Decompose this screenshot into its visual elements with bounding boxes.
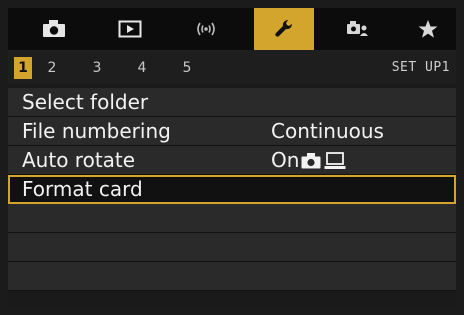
menu-item-value: Continuous	[271, 119, 384, 143]
tab-setup[interactable]	[254, 8, 314, 50]
camera-screen-frame: 1 2 3 4 5 SET UP1 Select folder File num…	[0, 0, 464, 315]
page-tab-5[interactable]: 5	[178, 57, 196, 79]
menu-screen: 1 2 3 4 5 SET UP1 Select folder File num…	[8, 8, 456, 307]
menu-page-tabs: 1 2 3 4 5 SET UP1	[8, 50, 456, 84]
menu-item-format-card[interactable]: Format card	[8, 175, 456, 204]
menu-item-select-folder[interactable]: Select folder	[8, 88, 456, 117]
custom-functions-icon	[347, 21, 368, 36]
camera-icon	[43, 20, 65, 37]
menu-item-auto-rotate[interactable]: Auto rotate On	[8, 146, 456, 175]
auto-rotate-value-text: On	[271, 148, 300, 172]
computer-icon	[324, 151, 346, 169]
wireless-icon	[197, 22, 215, 36]
tab-custom-functions[interactable]	[330, 8, 386, 50]
tab-wireless[interactable]	[178, 8, 234, 50]
page-tab-2[interactable]: 2	[43, 57, 61, 79]
tab-playback[interactable]	[102, 8, 158, 50]
tab-my-menu[interactable]	[404, 8, 452, 50]
menu-item-file-numbering[interactable]: File numbering Continuous	[8, 117, 456, 146]
tab-shooting[interactable]	[26, 8, 82, 50]
playback-icon	[118, 20, 142, 38]
menu-item-empty	[8, 262, 456, 291]
menu-item-label: Auto rotate	[22, 148, 136, 172]
camera-icon	[301, 152, 321, 168]
star-icon	[418, 20, 438, 38]
page-tab-1[interactable]: 1	[14, 57, 32, 79]
menu-item-value: On	[271, 147, 346, 174]
menu-item-label: File numbering	[22, 119, 171, 143]
menu-item-label: Format card	[22, 177, 143, 201]
menu-page-name: SET UP1	[391, 60, 450, 75]
menu-category-tabs	[8, 8, 456, 50]
menu-item-label: Select folder	[22, 90, 149, 114]
wrench-icon	[275, 19, 293, 37]
menu-item-empty	[8, 204, 456, 233]
page-tab-4[interactable]: 4	[133, 57, 151, 79]
menu-item-empty	[8, 233, 456, 262]
page-tab-3[interactable]: 3	[88, 57, 106, 79]
